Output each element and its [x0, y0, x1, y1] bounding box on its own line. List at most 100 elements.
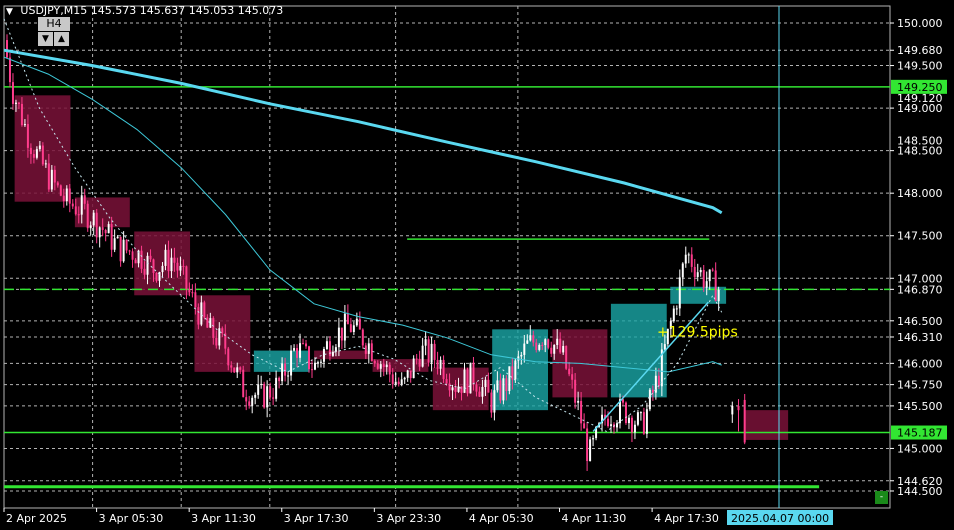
x-tick-label: 3 Apr 05:30: [99, 512, 164, 525]
bear-candle: [466, 369, 469, 394]
bear-candle: [242, 369, 245, 398]
bear-candle: [248, 401, 251, 406]
triangle-up-icon[interactable]: ▲: [54, 32, 69, 46]
bull-candle: [14, 102, 17, 104]
bear-candle: [642, 412, 645, 434]
bull-candle: [367, 343, 370, 354]
chart-container[interactable]: 150.000 149.680 149.500 149.000 148.500 148.0…: [0, 0, 954, 530]
bull-candle: [385, 364, 388, 368]
bear-candle: [364, 345, 367, 354]
bull-candle: [322, 348, 325, 362]
x-tick-label: 3 Apr 17:30: [284, 512, 349, 525]
bear-candle: [445, 379, 448, 384]
open-value: 145.573: [90, 4, 137, 17]
bear-candle: [29, 147, 32, 155]
bull-candle: [290, 350, 293, 376]
bear-candle: [11, 82, 14, 104]
bull-candle: [696, 272, 699, 277]
bull-candle: [592, 438, 595, 440]
bear-candle: [541, 344, 544, 346]
bear-candle: [630, 417, 633, 433]
bull-candle: [334, 347, 337, 352]
bull-candle: [529, 335, 532, 341]
bear-candle: [119, 236, 122, 262]
bull-candle: [589, 439, 592, 462]
minus-icon[interactable]: -: [875, 491, 888, 504]
bear-range-box: [743, 410, 789, 440]
bear-candle: [110, 224, 113, 250]
bear-candle: [41, 145, 44, 165]
bear-candle: [693, 266, 696, 277]
bull-candle: [687, 254, 690, 256]
price-tag-label: 149.250: [897, 81, 943, 94]
bull-candle: [577, 400, 580, 403]
x-tick-label: 4 Apr 11:30: [562, 512, 627, 525]
bull-candle: [672, 308, 675, 322]
y-tick-label: 150.000: [897, 17, 943, 30]
bull-candle: [89, 225, 92, 229]
bear-candle: [239, 367, 242, 370]
triangle-down-icon[interactable]: ▼: [6, 7, 13, 17]
bear-candle: [77, 214, 80, 216]
bull-candle: [200, 302, 203, 325]
bear-candle: [26, 124, 29, 148]
bull-candle: [65, 188, 68, 202]
close-value: 145.073: [237, 4, 284, 17]
bear-candle: [227, 348, 230, 366]
bull-candle: [526, 340, 529, 344]
bull-candle: [514, 360, 517, 380]
bear-candle: [346, 313, 349, 325]
bull-candle: [544, 339, 547, 346]
price-chart[interactable]: 150.000149.680149.500149.000148.500148.0…: [0, 0, 954, 530]
y-tick-label: 145.500: [897, 400, 943, 413]
bear-candle: [152, 259, 155, 273]
bear-candle: [188, 289, 191, 293]
bear-candle: [433, 343, 436, 360]
bull-candle: [523, 343, 526, 355]
bear-candle: [128, 250, 131, 252]
bull-candle: [699, 269, 702, 273]
bear-candle: [194, 292, 197, 308]
y-tick-label: 149.680: [897, 44, 943, 57]
bear-candle: [230, 365, 233, 368]
low-value: 145.053: [188, 4, 235, 17]
bull-candle: [430, 343, 433, 363]
bull-candle: [35, 149, 38, 158]
bear-candle: [310, 369, 313, 371]
bear-candle: [134, 259, 137, 264]
bear-candle: [221, 328, 224, 334]
bear-candle: [580, 400, 583, 424]
x-tick-label: 4 Apr 05:30: [469, 512, 534, 525]
bull-candle: [257, 384, 260, 395]
bear-candle: [167, 249, 170, 272]
bear-candle: [565, 345, 568, 369]
y-tick-label: 148.000: [897, 187, 943, 200]
bear-candle: [215, 337, 218, 346]
bear-candle: [83, 195, 86, 204]
bear-candle: [17, 102, 20, 104]
bull-candle: [98, 227, 101, 238]
bull-candle: [675, 308, 678, 310]
bull-candle: [705, 281, 708, 288]
bull-candle: [717, 289, 720, 302]
bear-candle: [182, 265, 185, 267]
bear-candle: [535, 342, 538, 350]
y-tick-label: 145.000: [897, 442, 943, 455]
bear-candle: [155, 272, 158, 281]
bear-candle: [296, 348, 299, 358]
bull-candle: [38, 145, 41, 150]
bear-candle: [550, 347, 553, 354]
bear-candle: [586, 428, 589, 462]
bear-candle: [278, 377, 281, 382]
bull-candle: [113, 238, 116, 250]
bull-candle: [556, 338, 559, 345]
x-tick-label: 3 Apr 23:30: [376, 512, 441, 525]
bull-candle: [251, 397, 254, 406]
timeframe-switcher: H4 ▼ ▲: [38, 17, 70, 47]
triangle-down-icon[interactable]: ▼: [38, 32, 53, 46]
bull-candle: [610, 424, 613, 427]
bear-candle: [5, 40, 8, 58]
bear-candle: [20, 103, 23, 126]
bull-candle: [23, 124, 26, 126]
bear-candle: [559, 338, 562, 353]
